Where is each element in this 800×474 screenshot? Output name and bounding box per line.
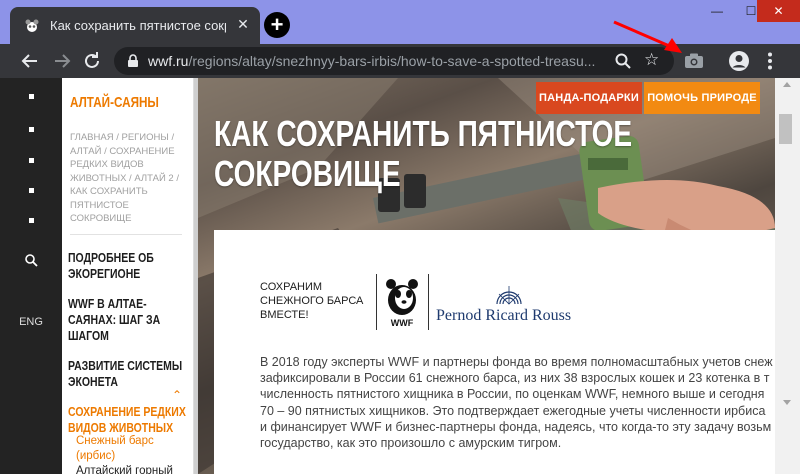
left-rail: ENG — [0, 78, 62, 474]
rail-dot[interactable] — [29, 218, 34, 223]
language-switch[interactable]: ENG — [0, 316, 62, 328]
forward-icon[interactable] — [50, 49, 74, 73]
article-card: СОХРАНИМ СНЕЖНОГО БАРСА ВМЕСТЕ! WWF Pern… — [214, 230, 775, 474]
help-nature-button[interactable]: ПОМОЧЬ ПРИРОДЕ — [644, 82, 760, 114]
reload-icon[interactable] — [80, 49, 104, 73]
rail-dot[interactable] — [29, 188, 34, 193]
tab-title: Как сохранить пятнистое сокро — [50, 18, 226, 33]
panda-favicon-icon — [25, 19, 39, 32]
profile-icon[interactable] — [727, 49, 751, 73]
partner-logo-text: Pernod Ricard Rouss — [436, 307, 572, 324]
page-scrollbar[interactable] — [775, 78, 800, 474]
pernod-ricard-emblem-icon — [496, 286, 522, 305]
article-body: В 2018 году эксперты WWF и партнеры фонд… — [260, 354, 775, 451]
sidebar-subitem-altai[interactable]: Алтайский горный — [76, 464, 188, 474]
article-line: и финансирует WWF и бизнес-партнеры фонд… — [260, 419, 772, 434]
rail-dot[interactable] — [29, 158, 34, 163]
wwf-panda-logo-icon — [386, 279, 418, 315]
web-page: ENG АЛТАЙ-САЯНЫ ГЛАВНАЯ / РЕГИОНЫ / АЛТА… — [0, 78, 800, 474]
url-path: /regions/altay/snezhnyy-bars-irbis/how-t… — [188, 53, 596, 69]
minimize-button[interactable]: — — [700, 0, 734, 22]
lock-icon[interactable] — [126, 54, 140, 68]
sidebar-nav: ПОДРОБНЕЕ ОБ ЭКОРЕГИОНЕ WWF В АЛТАЕ-САЯН… — [68, 250, 192, 450]
tab-close-icon[interactable]: ✕ — [234, 15, 252, 33]
new-tab-button[interactable]: + — [264, 12, 290, 38]
rail-dot[interactable] — [29, 127, 34, 132]
article-line: В 2018 году эксперты WWF и партнеры фонд… — [260, 355, 773, 369]
divider — [428, 274, 429, 330]
chevron-up-icon[interactable]: ⌃ — [172, 388, 184, 402]
sidebar-subitem-snow-leopard[interactable]: Снежный барс (ирбис) — [76, 434, 188, 464]
address-bar[interactable]: wwf.ru/regions/altay/snezhnyy-bars-irbis… — [114, 47, 674, 75]
close-window-button[interactable]: ✕ — [757, 0, 800, 22]
wwf-logo-text: WWF — [390, 318, 414, 328]
article-line: зафиксировали в России 61 снежного барса… — [260, 371, 770, 386]
article-line: государство, как это произошло с амурски… — [260, 436, 562, 451]
url-host: wwf.ru — [148, 53, 189, 69]
back-icon[interactable] — [18, 49, 42, 73]
breadcrumb[interactable]: ГЛАВНАЯ / РЕГИОНЫ / АЛТАЙ / СОХРАНЕНИЕ Р… — [70, 131, 180, 226]
panda-gifts-button[interactable]: ПАНДА-ПОДАРКИ — [536, 82, 642, 114]
article-line: 70 – 90 пятнистых хищников. Это подтверж… — [260, 403, 766, 418]
annotation-arrow-icon — [613, 20, 682, 53]
sidebar-item-step-by-step[interactable]: WWF В АЛТАЕ-САЯНАХ: ШАГ ЗА ШАГОМ — [68, 296, 191, 344]
scrollbar-thumb[interactable] — [779, 114, 792, 144]
sidebar-item-rare-species[interactable]: СОХРАНЕНИЕ РЕДКИХ ВИДОВ ЖИВОТНЫХ — [68, 404, 191, 436]
divider — [376, 274, 377, 330]
menu-icon[interactable] — [758, 49, 782, 73]
campaign-tagline: СОХРАНИМ СНЕЖНОГО БАРСА ВМЕСТЕ! — [260, 281, 364, 321]
sidebar: АЛТАЙ-САЯНЫ ГЛАВНАЯ / РЕГИОНЫ / АЛТАЙ / … — [62, 78, 194, 474]
sidebar-item-econet[interactable]: РАЗВИТИЕ СИСТЕМЫ ЭКОНЕТА — [68, 358, 191, 390]
url-text[interactable]: wwf.ru/regions/altay/snezhnyy-bars-irbis… — [148, 53, 608, 69]
scroll-up-icon[interactable] — [783, 82, 791, 87]
article-line: численность пятнистого хищника в России,… — [260, 387, 765, 402]
browser-tab[interactable]: Как сохранить пятнистое сокро ✕ — [10, 7, 260, 44]
rail-dot[interactable] — [29, 94, 34, 99]
sidebar-item-ecoregion[interactable]: ПОДРОБНЕЕ ОБ ЭКОРЕГИОНЕ — [68, 250, 191, 282]
search-icon[interactable] — [24, 253, 38, 267]
scroll-down-icon[interactable] — [783, 400, 791, 405]
divider — [70, 234, 182, 235]
region-title[interactable]: АЛТАЙ-САЯНЫ — [70, 94, 164, 111]
page-title: КАК СОХРАНИТЬ ПЯТНИСТОЕ СОКРОВИЩЕ — [214, 113, 633, 194]
